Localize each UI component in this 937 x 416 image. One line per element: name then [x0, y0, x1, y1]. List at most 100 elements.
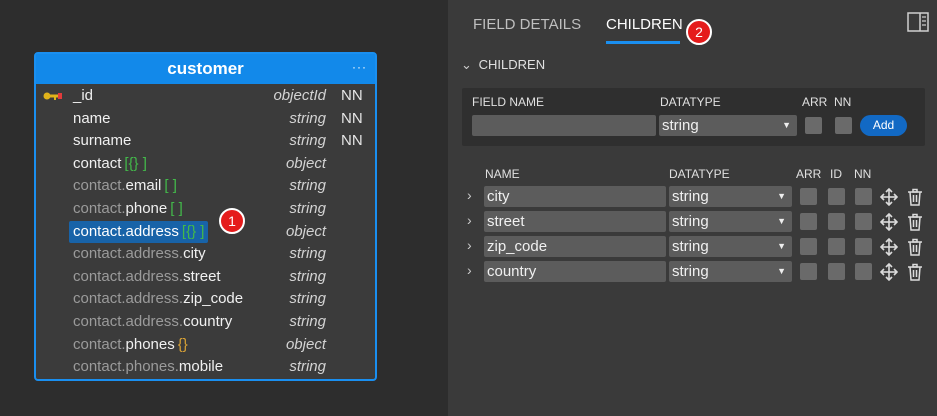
- field-name: contact.phones.mobile: [73, 356, 223, 378]
- entity-field-row[interactable]: contact.phone[ ] string: [36, 198, 375, 220]
- child-id-checkbox[interactable]: [828, 263, 845, 280]
- menu-dots-icon[interactable]: ···: [352, 60, 367, 74]
- field-leaf-name: phones: [125, 335, 175, 353]
- child-arr-checkbox[interactable]: [800, 188, 817, 205]
- nn-checkbox[interactable]: [835, 117, 852, 134]
- child-arr-checkbox[interactable]: [800, 263, 817, 280]
- trash-icon[interactable]: [906, 238, 924, 256]
- key-icon: [43, 92, 62, 100]
- child-name-input[interactable]: zip_code: [484, 236, 666, 257]
- field-name: contact[{} ]: [73, 153, 147, 175]
- field-name: contact.address.street: [73, 266, 221, 288]
- move-icon[interactable]: [880, 213, 898, 231]
- child-arr-checkbox[interactable]: [800, 213, 817, 230]
- child-name-value: city: [487, 188, 510, 205]
- column-header-name: NAME: [485, 167, 520, 181]
- child-datatype-select[interactable]: string ▼: [669, 186, 792, 207]
- field-bracket-indicator: [{} ]: [124, 154, 147, 172]
- child-datatype-select[interactable]: string ▼: [669, 236, 792, 257]
- entity-field-row[interactable]: contact.address.country string: [36, 311, 375, 333]
- field-type: string: [289, 132, 326, 150]
- child-id-checkbox[interactable]: [828, 188, 845, 205]
- entity-field-row[interactable]: _id objectId NN: [36, 85, 375, 107]
- field-nn-flag: NN: [341, 132, 363, 150]
- tab-field-details[interactable]: FIELD DETAILS: [473, 16, 581, 33]
- entity-field-row[interactable]: name string NN: [36, 108, 375, 130]
- child-datatype-select[interactable]: string ▼: [669, 261, 792, 282]
- chevron-right-icon[interactable]: ›: [467, 187, 472, 203]
- chevron-right-icon[interactable]: ›: [467, 237, 472, 253]
- child-id-checkbox[interactable]: [828, 213, 845, 230]
- child-nn-checkbox[interactable]: [855, 263, 872, 280]
- entity-field-row[interactable]: contact.address.zip_code string: [36, 288, 375, 310]
- child-nn-checkbox[interactable]: [855, 238, 872, 255]
- arr-checkbox[interactable]: [805, 117, 822, 134]
- field-leaf-name: _id: [73, 87, 94, 104]
- move-icon[interactable]: [880, 238, 898, 256]
- entity-header[interactable]: customer ···: [36, 54, 375, 84]
- section-title: CHILDREN: [478, 57, 546, 72]
- entity-field-row[interactable]: contact.address.city string: [36, 243, 375, 265]
- field-name: contact.address.city: [73, 243, 206, 265]
- tab-children[interactable]: CHILDREN: [606, 16, 683, 33]
- entity-field-row[interactable]: contact[{} ] object: [36, 153, 375, 175]
- diagram-canvas[interactable]: customer ··· _id objectId NN name string NN su…: [0, 0, 448, 416]
- entity-field-row[interactable]: contact.phones{} object: [36, 334, 375, 356]
- move-icon[interactable]: [880, 188, 898, 206]
- chevron-down-icon: ⌄: [461, 57, 472, 72]
- child-datatype-value: string: [672, 213, 709, 230]
- caret-down-icon: ▼: [777, 191, 786, 201]
- field-leaf-name: phone: [125, 200, 168, 217]
- field-bracket-indicator: {}: [177, 335, 188, 353]
- field-type: string: [289, 358, 326, 376]
- chevron-right-icon[interactable]: ›: [467, 262, 472, 278]
- field-type: objectId: [273, 87, 326, 104]
- move-icon[interactable]: [880, 263, 898, 281]
- trash-icon[interactable]: [906, 188, 924, 206]
- trash-icon[interactable]: [906, 263, 924, 281]
- field-leaf-name: country: [183, 313, 233, 330]
- field-name: contact.phone[ ]: [73, 198, 183, 220]
- child-name-input[interactable]: city: [484, 186, 666, 207]
- field-name: contact.address.country: [73, 311, 232, 333]
- trash-icon[interactable]: [906, 213, 924, 231]
- child-id-checkbox[interactable]: [828, 238, 845, 255]
- entity-box-customer[interactable]: customer ··· _id objectId NN name string NN su…: [34, 52, 377, 381]
- field-name: contact.phones{}: [73, 334, 188, 356]
- caret-down-icon: ▼: [777, 266, 786, 276]
- entity-field-row[interactable]: surname string NN: [36, 130, 375, 152]
- chevron-right-icon[interactable]: ›: [467, 212, 472, 228]
- properties-panel: FIELD DETAILS CHILDREN 2 ⌄ CHILDREN FIEL…: [448, 0, 937, 416]
- panel-toggle-icon[interactable]: [907, 12, 929, 32]
- field-name-label: FIELD NAME: [472, 95, 545, 109]
- child-nn-checkbox[interactable]: [855, 188, 872, 205]
- child-nn-checkbox[interactable]: [855, 213, 872, 230]
- entity-field-row[interactable]: contact.address.street string: [36, 266, 375, 288]
- entity-title: customer: [167, 59, 244, 78]
- field-parent-path: contact.address.: [73, 313, 184, 330]
- field-bracket-indicator: [ ]: [170, 200, 183, 217]
- field-bracket-indicator: [{} ]: [181, 222, 205, 240]
- field-leaf-name: mobile: [178, 358, 224, 376]
- entity-field-row[interactable]: contact.address[{} ] object: [36, 220, 375, 243]
- field-nn-flag: NN: [341, 87, 363, 104]
- child-name-input[interactable]: country: [484, 261, 666, 282]
- add-button[interactable]: Add: [860, 115, 907, 136]
- column-header-nn: NN: [854, 167, 872, 181]
- field-parent-path: contact.address.: [73, 267, 184, 285]
- field-parent-path: contact.: [73, 177, 126, 195]
- field-type: object: [285, 154, 326, 172]
- entity-field-row[interactable]: contact.email[ ] string: [36, 175, 375, 197]
- child-row: › street string ▼: [448, 211, 937, 233]
- column-header-arr: ARR: [796, 167, 822, 181]
- child-datatype-select[interactable]: string ▼: [669, 211, 792, 232]
- section-header-children[interactable]: ⌄ CHILDREN: [461, 57, 545, 73]
- datatype-select[interactable]: string ▼: [659, 115, 797, 136]
- field-parent-path: contact.: [73, 200, 126, 217]
- field-nn-flag: NN: [341, 109, 363, 127]
- caret-down-icon: ▼: [782, 120, 791, 130]
- field-name-input[interactable]: [472, 115, 656, 136]
- child-name-input[interactable]: street: [484, 211, 666, 232]
- entity-field-row[interactable]: contact.phones.mobile string: [36, 356, 375, 378]
- child-arr-checkbox[interactable]: [800, 238, 817, 255]
